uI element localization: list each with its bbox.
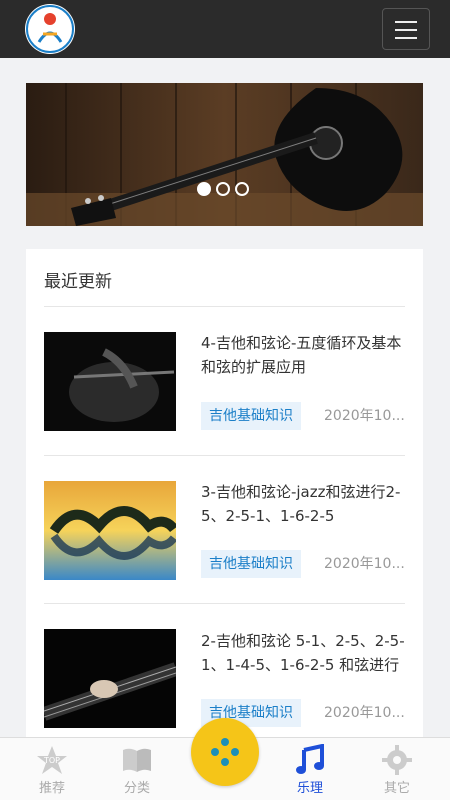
item-title[interactable]: 4-吉他和弦论-五度循环及基本和弦的扩展应用 xyxy=(201,331,406,379)
item-date: 2020年10... xyxy=(324,556,405,572)
dots-icon xyxy=(211,738,239,766)
tab-recommend[interactable]: TOP 推荐 xyxy=(12,738,92,800)
section-title: 最近更新 xyxy=(44,272,112,292)
center-action-button[interactable] xyxy=(191,718,259,786)
tab-category[interactable]: 分类 xyxy=(97,738,177,800)
thumbnail-image[interactable] xyxy=(44,481,176,580)
tab-label: 推荐 xyxy=(38,781,65,796)
divider xyxy=(44,455,405,456)
logo-icon[interactable] xyxy=(25,4,75,54)
category-tag[interactable]: 吉他基础知识 xyxy=(201,550,301,578)
tab-label: 乐理 xyxy=(296,781,323,796)
book-icon xyxy=(123,748,151,772)
hamburger-menu-icon[interactable] xyxy=(382,8,430,50)
item-date: 2020年10... xyxy=(324,408,405,424)
tab-label: 分类 xyxy=(123,781,150,796)
carousel-indicators xyxy=(197,182,249,196)
tab-other[interactable]: 其它 xyxy=(357,738,437,800)
item-title[interactable]: 3-吉他和弦论-jazz和弦进行2-5、2-5-1、1-6-2-5 xyxy=(201,480,406,528)
item-date: 2020年10... xyxy=(324,705,405,721)
gear-icon xyxy=(382,745,412,775)
carousel-dot[interactable] xyxy=(216,182,230,196)
divider xyxy=(44,603,405,604)
category-tag[interactable]: 吉他基础知识 xyxy=(201,402,301,430)
tab-label: 其它 xyxy=(383,781,410,796)
tab-music-theory[interactable]: 乐理 xyxy=(270,738,350,800)
divider xyxy=(44,306,405,307)
thumbnail-image[interactable] xyxy=(44,629,176,728)
music-note-icon xyxy=(296,744,324,774)
banner-carousel[interactable] xyxy=(26,83,423,226)
svg-text:TOP: TOP xyxy=(43,756,60,765)
item-title[interactable]: 2-吉他和弦论 5-1、2-5、2-5-1、1-4-5、1-6-2-5 和弦进行 xyxy=(201,629,406,677)
carousel-dot[interactable] xyxy=(197,182,211,196)
thumbnail-image[interactable] xyxy=(44,332,176,431)
top-star-icon: TOP xyxy=(37,746,67,774)
carousel-dot[interactable] xyxy=(235,182,249,196)
latest-updates-card: 最近更新 4-吉他和弦论-五度循环及基本和弦的扩展应用 吉他基础知识 2020年… xyxy=(26,249,423,749)
top-bar xyxy=(0,0,450,58)
